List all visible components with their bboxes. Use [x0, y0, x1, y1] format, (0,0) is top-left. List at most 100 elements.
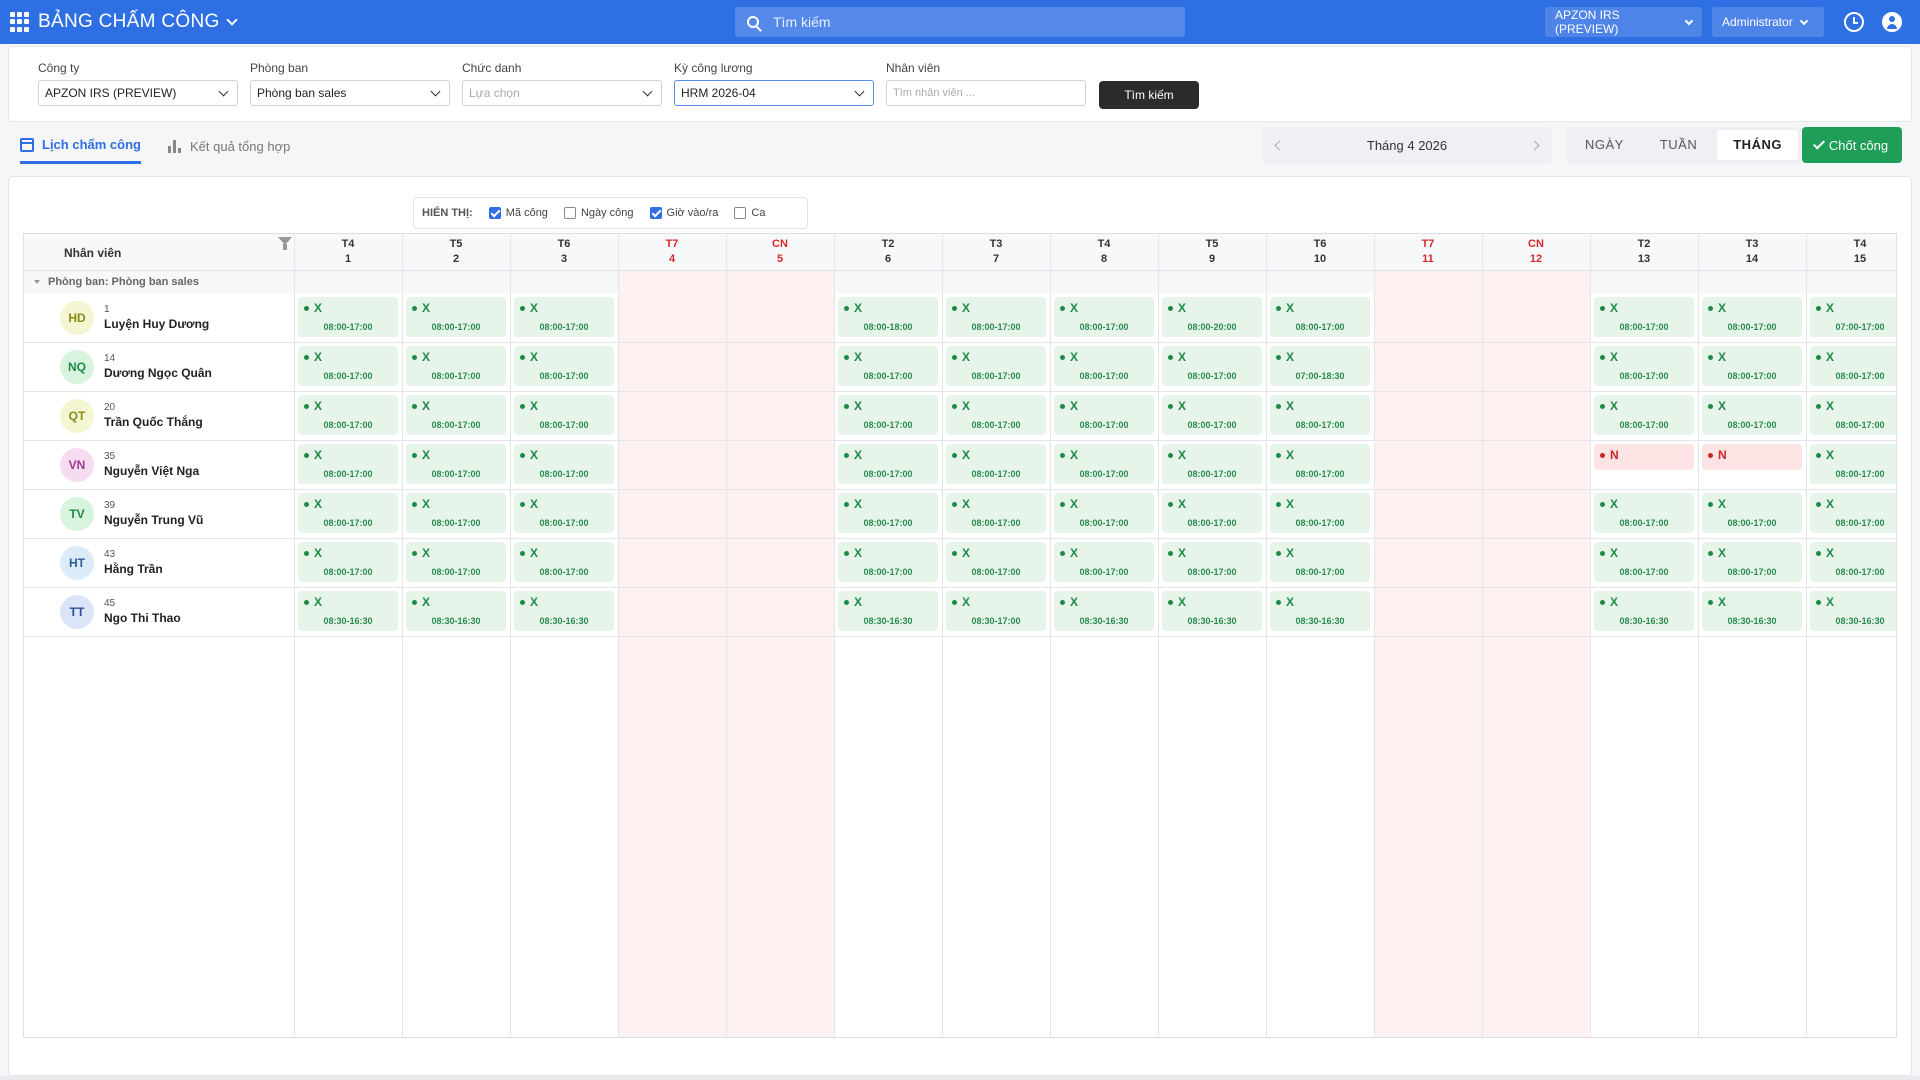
employee-cell[interactable]: HD 1 Luyện Huy Dương — [24, 293, 294, 342]
bottom-scrollbar[interactable] — [0, 1076, 1920, 1080]
attendance-chip[interactable]: X 08:00-17:00 — [1270, 297, 1370, 337]
attendance-chip[interactable]: X 08:00-17:00 — [298, 395, 398, 435]
attendance-chip[interactable]: X 08:00-17:00 — [406, 444, 506, 484]
attendance-chip[interactable]: X 08:00-17:00 — [946, 542, 1046, 582]
employee-cell[interactable]: QT 20 Trần Quốc Thắng — [24, 391, 294, 440]
attendance-chip[interactable]: X 08:00-17:00 — [298, 444, 398, 484]
attendance-chip[interactable]: X 08:00-17:00 — [946, 297, 1046, 337]
tab-schedule[interactable]: Lịch chấm công — [20, 128, 141, 164]
attendance-chip[interactable]: X 08:00-17:00 — [838, 346, 938, 386]
display-option[interactable]: Ca — [734, 207, 765, 219]
attendance-chip[interactable]: X 08:00-17:00 — [1270, 444, 1370, 484]
attendance-chip[interactable]: X 08:00-17:00 — [1054, 493, 1154, 533]
department-select[interactable]: Phòng ban sales — [250, 80, 450, 106]
position-select[interactable]: Lựa chọn — [462, 80, 662, 106]
display-option[interactable]: Giờ vào/ra — [649, 207, 718, 219]
attendance-chip[interactable]: X 08:00-17:00 — [1810, 493, 1896, 533]
attendance-chip[interactable]: X 08:00-18:00 — [838, 297, 938, 337]
display-option[interactable]: Mã công — [488, 207, 548, 219]
checkbox[interactable] — [563, 207, 576, 219]
checkbox[interactable] — [488, 207, 501, 219]
display-option[interactable]: Ngày công — [563, 207, 634, 219]
attendance-chip[interactable]: X 08:00-17:00 — [514, 493, 614, 533]
attendance-chip[interactable]: X 08:00-17:00 — [1594, 346, 1694, 386]
attendance-chip[interactable]: X 08:00-17:00 — [406, 346, 506, 386]
attendance-chip[interactable]: X 08:00-17:00 — [946, 444, 1046, 484]
period-select[interactable]: HRM 2026-04 — [674, 80, 874, 106]
company-switcher[interactable]: APZON IRS (PREVIEW) — [1545, 7, 1702, 37]
company-select[interactable]: APZON IRS (PREVIEW) — [38, 80, 238, 106]
attendance-chip[interactable]: X 08:00-17:00 — [1270, 395, 1370, 435]
department-group-row[interactable]: Phòng ban: Phòng ban sales — [24, 271, 1896, 293]
employee-cell[interactable]: TT 45 Ngo Thi Thao — [24, 587, 294, 636]
attendance-chip[interactable]: X 08:30-16:30 — [1270, 591, 1370, 631]
view-mode-2[interactable]: THÁNG — [1717, 130, 1798, 160]
attendance-chip[interactable]: X 08:00-17:00 — [406, 395, 506, 435]
attendance-chip[interactable]: X 08:00-17:00 — [1270, 542, 1370, 582]
tab-summary[interactable]: Kết quả tổng hợp — [168, 128, 290, 164]
global-search[interactable]: Tìm kiếm — [735, 7, 1185, 37]
attendance-chip[interactable]: X 08:00-17:00 — [514, 444, 614, 484]
collapse-triangle-icon[interactable] — [34, 280, 40, 284]
attendance-chip[interactable]: X 08:00-17:00 — [1162, 395, 1262, 435]
attendance-chip[interactable]: X 08:30-16:30 — [838, 591, 938, 631]
attendance-chip[interactable]: X 08:00-17:00 — [298, 297, 398, 337]
attendance-chip[interactable]: X 08:00-17:00 — [1702, 542, 1802, 582]
attendance-chip[interactable]: X 08:00-17:00 — [1702, 493, 1802, 533]
employee-cell[interactable]: VN 35 Nguyễn Việt Nga — [24, 440, 294, 489]
view-mode-0[interactable]: NGÀY — [1569, 130, 1640, 160]
attendance-chip[interactable]: X 08:00-17:00 — [1702, 346, 1802, 386]
attendance-chip[interactable]: X 08:00-20:00 — [1162, 297, 1262, 337]
attendance-chip[interactable]: X 08:30-16:30 — [406, 591, 506, 631]
attendance-chip[interactable]: X 08:00-17:00 — [1054, 542, 1154, 582]
history-clock-icon[interactable] — [1844, 12, 1864, 32]
close-timesheet-button[interactable]: Chốt công — [1802, 127, 1902, 163]
chevron-left-icon[interactable] — [1274, 140, 1285, 150]
attendance-chip[interactable]: X 08:00-17:00 — [514, 542, 614, 582]
view-mode-1[interactable]: TUẦN — [1644, 130, 1713, 160]
attendance-chip[interactable]: X 08:00-17:00 — [1054, 297, 1154, 337]
chevron-right-icon[interactable] — [1529, 140, 1540, 150]
attendance-chip[interactable]: X 08:00-17:00 — [298, 542, 398, 582]
attendance-chip[interactable]: X 08:00-17:00 — [1702, 297, 1802, 337]
attendance-chip[interactable]: X 08:30-16:30 — [298, 591, 398, 631]
attendance-chip[interactable]: X 08:00-17:00 — [1054, 395, 1154, 435]
attendance-chip[interactable]: X 08:00-17:00 — [1810, 444, 1896, 484]
employee-cell[interactable]: TV 39 Nguyễn Trung Vũ — [24, 489, 294, 538]
attendance-chip[interactable]: X 08:00-17:00 — [298, 493, 398, 533]
attendance-chip[interactable]: X 08:00-17:00 — [1810, 346, 1896, 386]
attendance-chip[interactable]: X 08:00-17:00 — [1054, 346, 1154, 386]
attendance-chip[interactable]: X 08:00-17:00 — [1162, 346, 1262, 386]
attendance-chip[interactable]: X 08:00-17:00 — [514, 297, 614, 337]
leave-chip[interactable]: N — [1594, 444, 1694, 470]
attendance-chip[interactable]: X 08:00-17:00 — [514, 346, 614, 386]
attendance-chip[interactable]: X 08:30-16:30 — [514, 591, 614, 631]
attendance-chip[interactable]: X 08:00-17:00 — [1810, 395, 1896, 435]
attendance-chip[interactable]: X 08:00-17:00 — [1054, 444, 1154, 484]
leave-chip[interactable]: N — [1702, 444, 1802, 470]
attendance-chip[interactable]: X 08:00-17:00 — [514, 395, 614, 435]
attendance-chip[interactable]: X 08:00-17:00 — [946, 346, 1046, 386]
attendance-chip[interactable]: X 08:00-17:00 — [1810, 542, 1896, 582]
attendance-chip[interactable]: X 08:30-16:30 — [1054, 591, 1154, 631]
attendance-chip[interactable]: X 08:00-17:00 — [406, 297, 506, 337]
attendance-chip[interactable]: X 08:00-17:00 — [1162, 444, 1262, 484]
attendance-chip[interactable]: X 08:00-17:00 — [1270, 493, 1370, 533]
apps-grid-icon[interactable] — [10, 12, 30, 32]
attendance-chip[interactable]: X 08:00-17:00 — [1594, 493, 1694, 533]
app-title-menu[interactable]: BẢNG CHẤM CÔNG — [38, 11, 238, 33]
attendance-chip[interactable]: X 08:30-16:30 — [1162, 591, 1262, 631]
employee-search-input[interactable] — [886, 80, 1086, 106]
employee-cell[interactable]: HT 43 Hằng Trần — [24, 538, 294, 587]
attendance-chip[interactable]: X 08:00-17:00 — [946, 395, 1046, 435]
user-account-icon[interactable] — [1882, 12, 1902, 32]
attendance-chip[interactable]: X 07:00-17:00 — [1810, 297, 1896, 337]
user-menu[interactable]: Administrator — [1712, 7, 1824, 37]
attendance-chip[interactable]: X 08:00-17:00 — [406, 542, 506, 582]
attendance-chip[interactable]: X 08:00-17:00 — [298, 346, 398, 386]
checkbox[interactable] — [734, 207, 747, 219]
attendance-chip[interactable]: X 08:00-17:00 — [1594, 542, 1694, 582]
search-button[interactable]: Tìm kiếm — [1099, 81, 1199, 109]
checkbox[interactable] — [649, 207, 662, 219]
attendance-chip[interactable]: X 08:00-17:00 — [838, 542, 938, 582]
